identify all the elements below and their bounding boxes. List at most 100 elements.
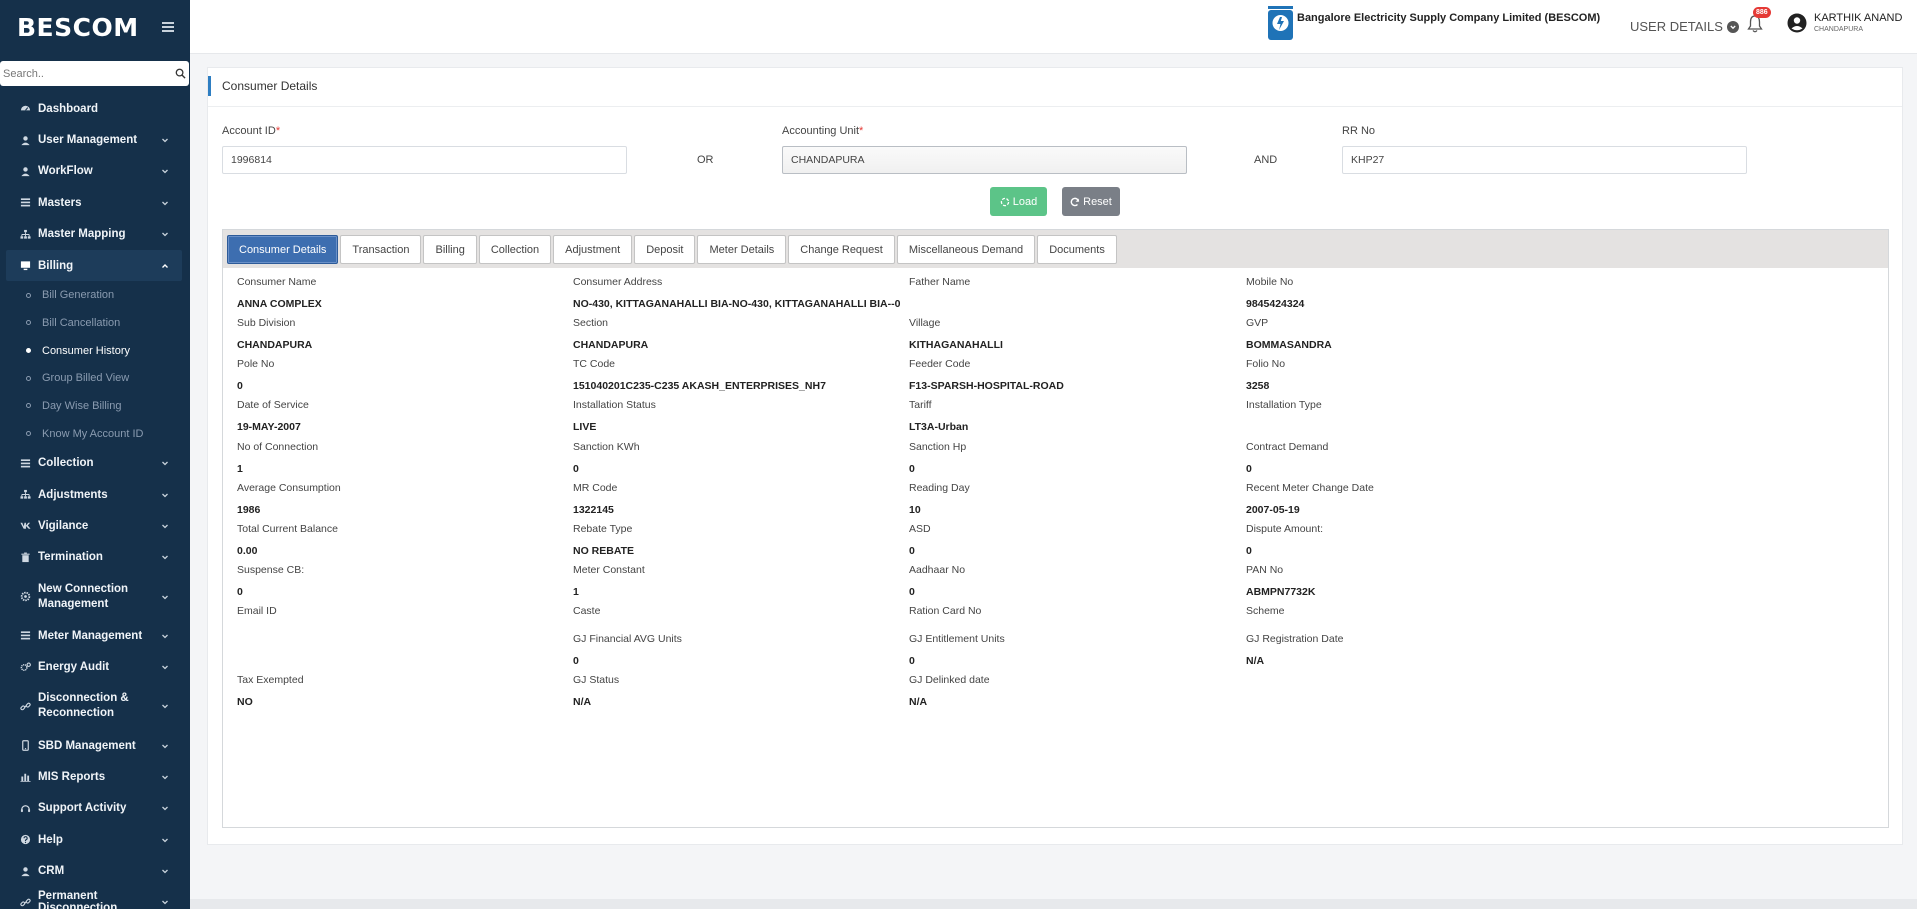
field-label: Average Consumption (237, 482, 341, 494)
chevron-down-icon (162, 744, 168, 748)
sidebar-nav-top: Dashboard User Management WorkFlow Masters M… (0, 93, 190, 250)
sidebar-item-permanent-disconnection[interactable]: Permanent Disconnection (0, 887, 190, 909)
field-village: Village KITHAGANAHALLI (909, 317, 1003, 351)
field-value (909, 298, 970, 310)
tab-transaction[interactable]: Transaction (340, 235, 422, 264)
chevron-down-icon (162, 634, 168, 639)
reset-button[interactable]: Reset (1062, 187, 1120, 216)
chevron-down-icon (162, 806, 168, 811)
sidebar-item-master-mapping[interactable]: Master Mapping (0, 219, 190, 250)
sidebar-item-mis-reports[interactable]: MIS Reports (0, 761, 190, 792)
field-father-name: Father Name (909, 276, 970, 310)
list-icon (19, 630, 31, 642)
sidebar-item-masters[interactable]: Masters (0, 187, 190, 218)
submenu-item-group-billed-view[interactable]: Group Billed View (0, 364, 190, 392)
chevron-down-icon (162, 869, 168, 874)
bullet-icon (26, 431, 31, 437)
sidebar-item-label: Permanent Disconnection (38, 890, 118, 909)
sidebar-item-collection[interactable]: Collection (0, 447, 190, 478)
sidebar-item-workflow[interactable]: WorkFlow (0, 156, 190, 187)
field-value: 10 (909, 504, 921, 516)
tab-meter-details[interactable]: Meter Details (697, 235, 787, 264)
tab-adjustment[interactable]: Adjustment (553, 235, 633, 264)
sidebar-item-termination[interactable]: Termination (0, 542, 190, 573)
user-icon (19, 165, 31, 177)
sidebar-search-input[interactable] (3, 67, 175, 80)
sidebar-item-sbd-management[interactable]: SBD Management (0, 730, 190, 761)
sidebar-item-billing[interactable]: Billing (6, 249, 182, 282)
user-profile[interactable]: KARTHIK ANAND CHANDAPURA (1787, 12, 1902, 33)
sidebar-item-energy-audit[interactable]: Energy Audit (0, 651, 190, 682)
sidebar-search (0, 61, 189, 86)
field-folio-no: Folio No 3258 (1246, 358, 1285, 392)
footer-strip (190, 899, 1917, 909)
tab-collection[interactable]: Collection (478, 235, 552, 264)
search-icon[interactable] (175, 68, 186, 79)
sidebar-item-new-connection-management[interactable]: New Connection Management (0, 573, 190, 620)
tab-deposit[interactable]: Deposit (634, 235, 696, 264)
sidebar-item-support-activity[interactable]: Support Activity (0, 793, 190, 824)
submenu-item-bill-cancellation[interactable]: Bill Cancellation (0, 309, 190, 337)
chevron-down-icon (162, 838, 168, 843)
submenu-item-consumer-history[interactable]: Consumer History (0, 337, 190, 365)
field-date-of-service: Date of Service 19-MAY-2007 (237, 399, 309, 433)
bullet-icon (26, 375, 31, 381)
field-reading-day: Reading Day 10 (909, 482, 970, 516)
sidebar-item-label: Meter Management (38, 629, 143, 642)
sidebar-item-meter-management[interactable]: Meter Management (0, 620, 190, 651)
field-value: N/A (909, 696, 928, 708)
submenu-item-label: Group Billed View (42, 372, 130, 385)
field-value: 1 (573, 586, 579, 598)
submenu-item-bill-generation[interactable]: Bill Generation (0, 281, 190, 309)
field-label: GJ Delinked date (909, 674, 990, 686)
field-value: 0 (909, 545, 915, 557)
accounting-unit-label: Accounting Unit* (782, 125, 864, 137)
field-tax-exempted: Tax Exempted NO (237, 674, 304, 708)
tab-consumer-details[interactable]: Consumer Details (227, 235, 339, 264)
account-id-input[interactable]: 1996814 (222, 146, 627, 174)
sidebar-item-label: Adjustments (38, 488, 108, 501)
gears-icon (19, 661, 31, 673)
accounting-unit-select[interactable]: CHANDAPURA (782, 146, 1187, 174)
sidebar-item-user-management[interactable]: User Management (0, 124, 190, 155)
field-contract-demand: Contract Demand 0 (1246, 441, 1328, 475)
refresh-icon (1070, 197, 1080, 206)
tab-billing[interactable]: Billing (423, 235, 477, 264)
field-label: GVP (1246, 317, 1269, 329)
sidebar-nav-bottom: Collection Adjustments Vigilance Terminatio… (0, 447, 190, 909)
load-button[interactable]: Load (990, 187, 1047, 216)
rr-no-input[interactable]: KHP27 (1342, 146, 1747, 174)
sidebar-item-disconnection-reconnection[interactable]: Disconnection & Reconnection (0, 683, 190, 730)
sidebar-item-help[interactable]: Help (0, 824, 190, 855)
sidebar-item-label: CRM (38, 865, 65, 878)
field-value: 0.00 (237, 545, 258, 557)
field-label: Recent Meter Change Date (1246, 482, 1374, 494)
field-value: NO REBATE (573, 545, 635, 557)
hamburger-menu-icon[interactable] (162, 22, 174, 32)
field-value: 0 (237, 586, 243, 598)
and-label: AND (1254, 154, 1278, 166)
tab-documents[interactable]: Documents (1037, 235, 1117, 264)
field-value: BOMMASANDRA (1246, 339, 1332, 351)
sidebar-item-label: WorkFlow (38, 165, 93, 178)
tab-miscellaneous-demand[interactable]: Miscellaneous Demand (896, 235, 1036, 264)
vk-icon (19, 520, 31, 532)
field-label: Total Current Balance (237, 523, 338, 535)
sidebar-item-adjustments[interactable]: Adjustments (0, 479, 190, 510)
field-sub-division: Sub Division CHANDAPURA (237, 317, 312, 351)
chevron-down-icon (162, 493, 168, 497)
field-label: Section (573, 317, 609, 329)
sidebar-item-vigilance[interactable]: Vigilance (0, 510, 190, 541)
submenu-item-day-wise-billing[interactable]: Day Wise Billing (0, 392, 190, 420)
field-label: Contract Demand (1246, 441, 1329, 453)
sidebar-item-crm[interactable]: CRM (0, 855, 190, 886)
title-divider (208, 106, 1902, 107)
headset-icon (19, 802, 31, 814)
field-recent-meter-change-date: Recent Meter Change Date 2007-05-19 (1246, 482, 1374, 516)
sidebar-item-label: Masters (38, 196, 82, 209)
sidebar-item-label: SBD Management (38, 739, 136, 752)
tab-change-request[interactable]: Change Request (788, 235, 895, 264)
user-details-dropdown[interactable]: USER DETAILS (1630, 19, 1739, 34)
sidebar-item-dashboard[interactable]: Dashboard (0, 93, 190, 124)
submenu-item-know-my-account-id[interactable]: Know My Account ID (0, 420, 190, 448)
